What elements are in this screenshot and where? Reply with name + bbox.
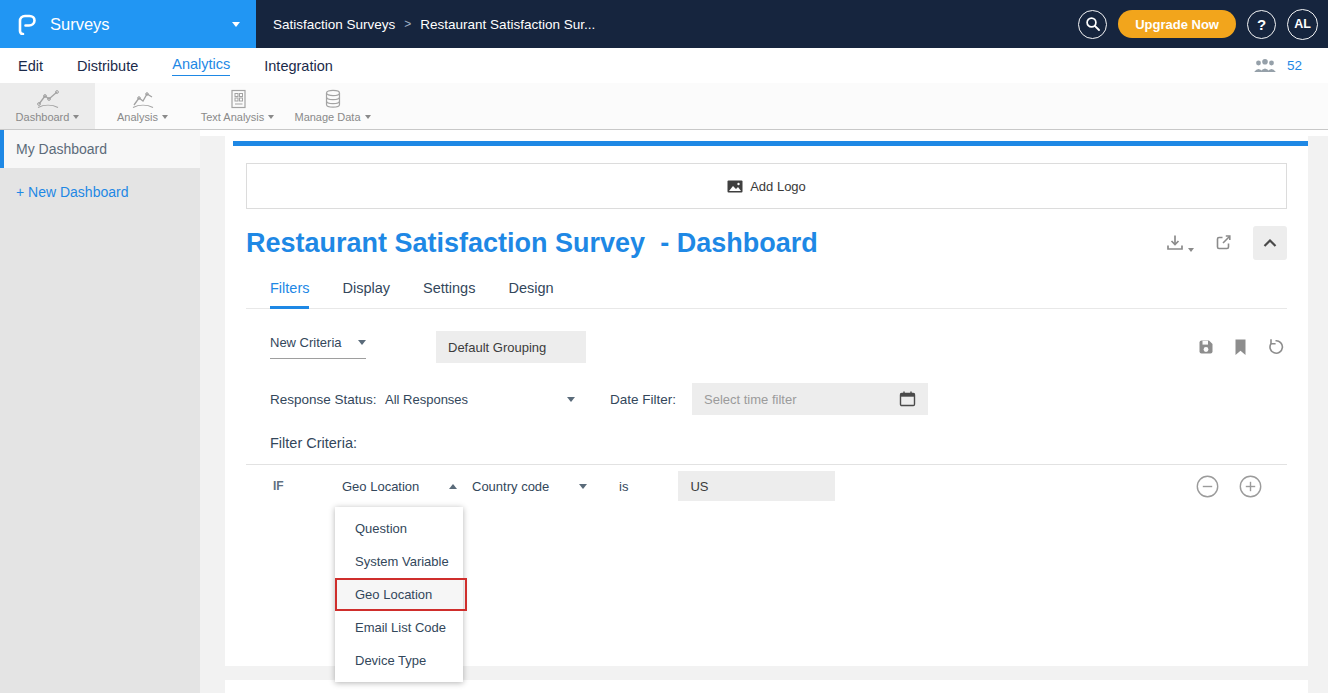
main-content: Add Logo Restaurant Satisfaction Survey … [200,130,1328,693]
tab-design[interactable]: Design [508,280,553,308]
if-label: IF [273,479,342,493]
tab-display[interactable]: Display [342,280,390,308]
card-accent-bar [233,141,1308,146]
share-icon[interactable] [1214,234,1233,252]
app-switcher[interactable]: Surveys [0,0,256,48]
response-status-select[interactable]: All Responses [385,392,575,407]
add-logo-box[interactable]: Add Logo [246,163,1287,209]
toolbar-dashboard-label: Dashboard [16,111,70,123]
questionpro-logo-icon [16,13,38,35]
toolbar-manage-data[interactable]: Manage Data [285,83,380,129]
save-icon[interactable] [1197,338,1215,356]
text-analysis-icon [228,89,248,109]
chevron-down-icon [232,22,240,27]
avatar[interactable]: AL [1287,9,1318,40]
new-dashboard-button[interactable]: + New Dashboard [16,184,200,200]
page-title: Restaurant Satisfaction Survey - Dashboa… [246,228,818,259]
topbar: Surveys Satisfaction Surveys > Restauran… [0,0,1328,48]
toolbar-manage-data-label: Manage Data [294,111,360,123]
analysis-chart-icon [131,89,155,109]
breadcrumb-survey[interactable]: Restaurant Satisfaction Sur... [420,17,595,32]
bookmark-icon[interactable] [1234,339,1247,356]
tab-filters[interactable]: Filters [270,280,309,309]
chevron-down-icon [365,115,371,119]
toolbar-text-analysis[interactable]: Text Analysis [190,83,285,129]
field-type-dropdown: Question System Variable Geo Location Em… [335,507,463,682]
analytics-toolbar: Dashboard Analysis Text Analysis Manage … [0,83,1328,130]
dropdown-item-question[interactable]: Question [335,512,463,545]
nav-distribute[interactable]: Distribute [77,58,138,74]
breadcrumb: Satisfaction Surveys > Restaurant Satisf… [273,17,595,32]
search-icon [1085,16,1101,32]
sidebar-item-my-dashboard[interactable]: My Dashboard [0,130,200,168]
grouping-input[interactable]: Default Grouping [436,331,586,363]
product-name: Surveys [50,15,110,34]
field-type-value: Geo Location [342,479,419,494]
filter-value-input[interactable]: US [678,471,835,501]
date-filter-label: Date Filter: [610,392,692,407]
breadcrumb-folder[interactable]: Satisfaction Surveys [273,17,395,32]
search-button[interactable] [1078,10,1107,39]
dashboard-tabs: Filters Display Settings Design [246,280,1287,309]
chevron-down-icon [358,340,366,345]
chevron-down-icon [579,484,587,489]
toolbar-text-analysis-label: Text Analysis [201,111,265,123]
dropdown-item-device-type[interactable]: Device Type [335,644,463,677]
help-button[interactable]: ? [1247,10,1276,39]
dashboard-chart-icon [36,89,60,109]
chevron-down-icon [567,397,575,402]
toolbar-analysis[interactable]: Analysis [95,83,190,129]
chevron-down-icon [73,115,79,119]
date-filter-input[interactable]: Select time filter [692,383,928,415]
criteria-select[interactable]: New Criteria [270,335,366,359]
upgrade-button[interactable]: Upgrade Now [1118,10,1236,38]
field-select[interactable]: Country code [472,479,587,494]
breadcrumb-separator: > [404,17,411,31]
image-icon [727,180,743,193]
criteria-select-value: New Criteria [270,335,342,350]
database-icon [323,89,343,109]
dashboard-card: Add Logo Restaurant Satisfaction Survey … [225,136,1308,666]
add-logo-label: Add Logo [750,179,806,194]
nav-analytics[interactable]: Analytics [172,56,230,76]
chevron-down-icon [162,115,168,119]
nav-integration[interactable]: Integration [264,58,333,74]
operator-label: is [619,479,628,494]
response-status-value: All Responses [385,392,468,407]
chevron-up-icon [449,484,457,489]
download-button[interactable] [1165,234,1194,252]
field-value: Country code [472,479,549,494]
chevron-up-icon [1263,239,1277,247]
collaborators-icon [1253,58,1277,73]
survey-nav: Edit Distribute Analytics Integration 52 [0,48,1328,83]
field-type-select[interactable]: Geo Location [342,479,457,494]
calendar-icon [899,391,916,407]
dashboard-sidebar: My Dashboard + New Dashboard [0,130,200,693]
remove-condition-icon[interactable] [1196,475,1219,498]
dropdown-item-email-list-code[interactable]: Email List Code [335,611,463,644]
chevron-down-icon [1188,248,1194,252]
collaborators-count[interactable]: 52 [1287,58,1302,73]
dropdown-item-geo-location[interactable]: Geo Location [335,578,463,611]
download-icon [1165,234,1185,252]
toolbar-dashboard[interactable]: Dashboard [0,83,95,129]
tab-settings[interactable]: Settings [423,280,475,308]
nav-edit[interactable]: Edit [18,58,43,74]
divider [246,464,1287,465]
toolbar-analysis-label: Analysis [117,111,158,123]
dropdown-item-system-variable[interactable]: System Variable [335,545,463,578]
add-condition-icon[interactable] [1239,475,1262,498]
date-filter-placeholder: Select time filter [704,392,796,407]
reset-icon[interactable] [1266,338,1284,356]
chevron-down-icon [268,115,274,119]
filter-condition-row: IF Geo Location Country code is US [246,471,1287,501]
response-status-label: Response Status: [270,392,385,407]
filter-criteria-label: Filter Criteria: [246,435,1287,451]
collapse-button[interactable] [1253,226,1287,260]
